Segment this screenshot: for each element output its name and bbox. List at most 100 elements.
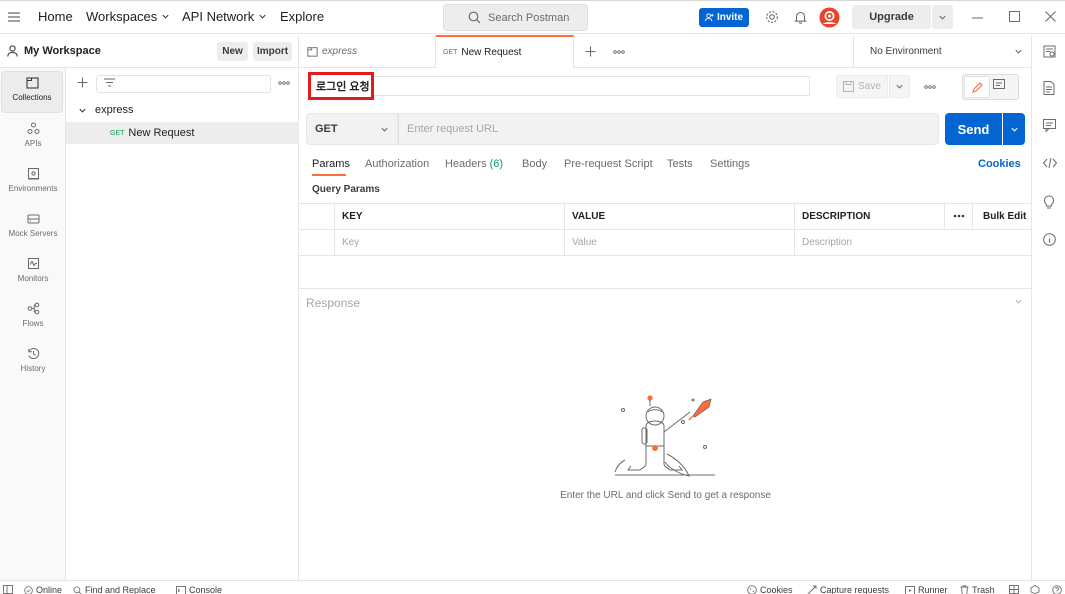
online-status[interactable]: Online xyxy=(24,585,62,594)
runner-icon xyxy=(905,585,915,594)
collections-sidebar: express GET New Request xyxy=(66,68,299,580)
more-options-icon[interactable] xyxy=(278,81,290,85)
cookies-link-label: Cookies xyxy=(978,158,1021,170)
capture-requests-button[interactable]: Capture requests xyxy=(807,585,889,594)
add-collection-icon[interactable] xyxy=(77,77,88,88)
tab-express[interactable]: express xyxy=(299,35,436,68)
request-name-input-area[interactable] xyxy=(374,76,810,96)
send-button[interactable]: Send xyxy=(945,113,1002,145)
chevron-down-icon xyxy=(79,108,86,113)
footer-cookies-button[interactable]: Cookies xyxy=(747,585,793,594)
search-input[interactable]: Search Postman xyxy=(443,4,588,31)
sidebar-item-label: History xyxy=(20,364,46,373)
invite-button[interactable]: Invite xyxy=(699,8,749,27)
tab-more-options-icon[interactable] xyxy=(613,50,625,54)
tab-body[interactable]: Body xyxy=(522,158,547,170)
status-bar: Online Find and Replace Console Cookies … xyxy=(0,580,1065,594)
code-snippet-icon[interactable] xyxy=(1043,157,1057,169)
tab-new-request[interactable]: GET New Request xyxy=(436,35,574,68)
bulk-edit-button[interactable]: Bulk Edit xyxy=(983,211,1026,222)
capture-requests-label: Capture requests xyxy=(820,585,890,594)
table-border xyxy=(972,203,973,229)
sidebar-item-monitors[interactable]: Monitors xyxy=(0,253,66,295)
upgrade-button[interactable]: Upgrade xyxy=(852,5,931,29)
params-more-options-icon[interactable] xyxy=(953,214,965,218)
response-collapse-chevron-icon[interactable] xyxy=(1014,297,1023,306)
save-dropdown-button[interactable] xyxy=(889,75,910,98)
new-button-label: New xyxy=(222,46,243,57)
view-toggle xyxy=(962,74,1019,100)
find-replace-button[interactable]: Find and Replace xyxy=(73,585,156,594)
comments-icon[interactable] xyxy=(1043,119,1056,132)
sidebar-item-flows[interactable]: Flows xyxy=(0,298,66,340)
request-more-options-icon[interactable] xyxy=(924,85,936,89)
request-name: New Request xyxy=(128,127,195,139)
maximize-window-icon[interactable] xyxy=(1009,11,1020,22)
tab-headers-label: Headers xyxy=(445,158,487,170)
environment-quick-look-icon[interactable] xyxy=(1043,45,1056,58)
table-border xyxy=(944,203,945,229)
trash-button[interactable]: Trash xyxy=(960,585,995,594)
upgrade-dropdown-button[interactable] xyxy=(932,5,953,29)
new-button[interactable]: New xyxy=(217,42,248,61)
tab-pre-request-script[interactable]: Pre-request Script xyxy=(564,158,653,170)
notifications-bell-icon[interactable] xyxy=(794,10,807,24)
toggle-sidebar-icon[interactable] xyxy=(3,585,13,594)
tree-collection-express[interactable]: express xyxy=(66,99,299,121)
key-input[interactable]: Key xyxy=(342,237,359,248)
collection-name: express xyxy=(95,104,134,116)
tab-params[interactable]: Params xyxy=(312,158,350,170)
table-border xyxy=(794,203,795,255)
tab-settings[interactable]: Settings xyxy=(710,158,750,170)
cookies-link[interactable]: Cookies xyxy=(978,158,1021,170)
sidebar-item-collections[interactable]: Collections xyxy=(1,71,63,113)
sidebar-item-mock-servers[interactable]: Mock Servers xyxy=(0,208,66,250)
request-name-field[interactable]: 로그인 요청 xyxy=(308,72,374,100)
tab-headers[interactable]: Headers (6) xyxy=(445,158,503,170)
keyboard-shortcuts-icon[interactable] xyxy=(1030,585,1040,594)
menu-icon[interactable] xyxy=(8,12,20,22)
layout-toggle-icon[interactable] xyxy=(1009,585,1019,594)
workspace-bar: My Workspace New Import xyxy=(0,35,299,68)
nav-api-network[interactable]: API Network xyxy=(182,9,267,24)
sidebar-item-apis[interactable]: APIs xyxy=(0,118,66,160)
environment-selector[interactable]: No Environment xyxy=(853,35,1031,68)
method-select[interactable]: GET xyxy=(306,113,398,145)
import-button[interactable]: Import xyxy=(253,42,292,61)
info-icon[interactable] xyxy=(1043,233,1056,246)
save-button[interactable]: Save xyxy=(836,75,888,98)
documentation-icon[interactable] xyxy=(1043,81,1055,95)
edit-mode-button[interactable] xyxy=(964,76,990,98)
tab-label: express xyxy=(322,46,358,57)
comments-mode-button[interactable] xyxy=(993,79,1005,91)
minimize-window-icon[interactable] xyxy=(972,17,983,19)
runner-button[interactable]: Runner xyxy=(905,585,948,594)
response-label: Response xyxy=(306,296,361,310)
tree-request-new-request[interactable]: GET New Request xyxy=(66,122,299,144)
nav-home[interactable]: Home xyxy=(38,9,73,24)
find-replace-label: Find and Replace xyxy=(85,585,156,594)
tab-tests[interactable]: Tests xyxy=(667,158,693,170)
lightbulb-icon[interactable] xyxy=(1043,195,1055,209)
nav-explore[interactable]: Explore xyxy=(280,9,324,24)
nav-workspaces[interactable]: Workspaces xyxy=(86,9,170,24)
url-input[interactable]: Enter request URL xyxy=(398,113,939,145)
query-params-title: Query Params xyxy=(312,184,380,195)
workspace-title: My Workspace xyxy=(24,45,101,57)
nav-explore-label: Explore xyxy=(280,9,325,24)
new-tab-plus-icon[interactable] xyxy=(585,46,596,57)
value-input[interactable]: Value xyxy=(572,237,597,248)
settings-gear-icon[interactable] xyxy=(765,10,779,24)
help-icon[interactable] xyxy=(1052,585,1062,594)
send-dropdown-button[interactable] xyxy=(1003,113,1025,145)
close-window-icon[interactable] xyxy=(1045,11,1056,22)
column-header-value: VALUE xyxy=(572,211,606,222)
console-button[interactable]: Console xyxy=(176,585,222,594)
sidebar-item-history[interactable]: History xyxy=(0,343,66,385)
description-input[interactable]: Description xyxy=(802,237,852,248)
collection-filter-input[interactable] xyxy=(96,75,271,93)
user-avatar[interactable] xyxy=(819,7,840,28)
trash-label: Trash xyxy=(972,585,995,594)
sidebar-item-environments[interactable]: Environments xyxy=(0,163,66,205)
tab-authorization[interactable]: Authorization xyxy=(365,158,429,170)
